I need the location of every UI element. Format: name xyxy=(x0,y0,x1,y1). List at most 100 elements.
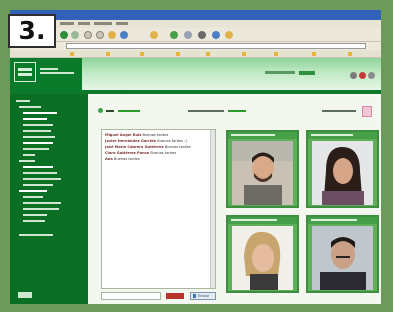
chat-message-input[interactable] xyxy=(101,292,161,300)
chat-message: Clara Gutiérrez Ponce Buenas tardes xyxy=(105,151,177,155)
user-icon[interactable] xyxy=(350,72,357,79)
search-icon[interactable] xyxy=(120,31,128,39)
room-info xyxy=(188,110,224,112)
tile-title xyxy=(228,132,297,139)
video-tile-participant-1[interactable] xyxy=(226,130,299,208)
link-shortcut[interactable] xyxy=(176,52,200,56)
participant-video xyxy=(232,141,293,205)
footer-logo xyxy=(18,292,32,298)
menu-item[interactable] xyxy=(94,22,112,25)
sidebar-nav xyxy=(10,94,88,304)
refresh-icon[interactable] xyxy=(96,31,104,39)
tree-item[interactable] xyxy=(23,184,53,186)
tile-title xyxy=(228,217,297,224)
online-status-icon xyxy=(98,108,103,113)
participant-video xyxy=(232,226,293,290)
tile-title xyxy=(308,217,377,224)
raise-hand-button[interactable] xyxy=(362,106,372,117)
step-number-badge: 3. xyxy=(8,14,56,48)
link-shortcut[interactable] xyxy=(140,52,170,56)
participant-video xyxy=(312,226,373,290)
tree-item[interactable] xyxy=(23,202,61,204)
screenshot-photo: Miguel Ángel Ruiz Buenas tardes Javier H… xyxy=(0,0,393,312)
participant-video xyxy=(312,141,373,205)
browser-toolbar xyxy=(10,28,381,42)
tree-root[interactable] xyxy=(16,100,30,102)
header-brand xyxy=(265,70,315,76)
tree-item[interactable] xyxy=(23,130,51,132)
tree-item[interactable] xyxy=(19,106,41,108)
room-label xyxy=(106,110,114,112)
tree-item[interactable] xyxy=(23,220,45,222)
link-shortcut[interactable] xyxy=(274,52,306,56)
alert-icon[interactable] xyxy=(359,72,366,79)
participants-count xyxy=(322,110,356,112)
favorites-icon[interactable] xyxy=(150,31,158,39)
site-header xyxy=(10,58,381,90)
tree-item[interactable] xyxy=(23,196,43,198)
send-button[interactable]: Enviar xyxy=(190,292,216,300)
chat-message: Ana Buenas tardes xyxy=(105,157,140,161)
back-icon[interactable] xyxy=(60,31,68,39)
tree-item[interactable] xyxy=(23,214,47,216)
link-shortcut[interactable] xyxy=(106,52,134,56)
menu-item[interactable] xyxy=(78,22,90,25)
home-icon[interactable] xyxy=(108,31,116,39)
edit-icon[interactable] xyxy=(212,31,220,39)
history-icon[interactable] xyxy=(170,31,178,39)
exit-icon[interactable] xyxy=(368,72,375,79)
tree-item[interactable] xyxy=(23,124,53,126)
tile-title xyxy=(308,132,377,139)
url-input[interactable] xyxy=(66,43,366,49)
link-shortcut[interactable] xyxy=(348,52,378,56)
header-icons xyxy=(350,72,380,82)
video-tile-participant-4[interactable] xyxy=(306,215,379,293)
room-name xyxy=(118,110,140,112)
tree-item[interactable] xyxy=(23,148,49,150)
tree-item[interactable] xyxy=(23,178,61,180)
color-picker-button[interactable] xyxy=(166,293,184,299)
link-shortcut[interactable] xyxy=(206,52,236,56)
forward-icon[interactable] xyxy=(71,31,79,39)
video-tile-participant-3[interactable] xyxy=(226,215,299,293)
stop-icon[interactable] xyxy=(84,31,92,39)
tree-item[interactable] xyxy=(23,136,55,138)
logo-text xyxy=(40,67,74,74)
photo-frame-right xyxy=(381,0,393,312)
tree-item[interactable] xyxy=(19,190,47,192)
address-bar xyxy=(10,42,381,50)
folder-icon[interactable] xyxy=(225,31,233,39)
room-info-value xyxy=(228,110,246,112)
chat-panel: Miguel Ángel Ruiz Buenas tardes Javier H… xyxy=(101,129,216,289)
window-titlebar xyxy=(10,10,381,20)
photo-frame-bottom xyxy=(0,304,393,312)
links-toolbar xyxy=(10,50,381,58)
tree-item[interactable] xyxy=(23,154,35,156)
browser-menubar xyxy=(10,20,381,28)
menu-item[interactable] xyxy=(116,22,128,25)
chat-scrollbar[interactable] xyxy=(210,130,215,288)
tree-item[interactable] xyxy=(19,160,35,162)
chat-message: Javier Hernández Garrido Buenas tardes :… xyxy=(105,139,187,143)
tree-item[interactable] xyxy=(23,172,57,174)
link-shortcut[interactable] xyxy=(242,52,268,56)
photo-frame-top xyxy=(0,0,393,10)
tree-item[interactable] xyxy=(23,118,47,120)
tree-item[interactable] xyxy=(23,112,57,114)
tree-item[interactable] xyxy=(23,142,53,144)
site-logo[interactable] xyxy=(10,58,82,90)
logo-emblem-icon xyxy=(14,62,36,82)
tree-item[interactable] xyxy=(23,208,59,210)
room-header xyxy=(94,106,374,117)
tree-item[interactable] xyxy=(19,234,53,236)
menu-item[interactable] xyxy=(60,22,74,25)
mail-icon[interactable] xyxy=(184,31,192,39)
link-shortcut[interactable] xyxy=(312,52,342,56)
chat-message: José María Cabrera Gutiérrez Buenas tard… xyxy=(105,145,191,149)
chat-message: Miguel Ángel Ruiz Buenas tardes xyxy=(105,133,169,137)
conference-room: Miguel Ángel Ruiz Buenas tardes Javier H… xyxy=(88,94,381,304)
video-tile-participant-2[interactable] xyxy=(306,130,379,208)
link-shortcut[interactable] xyxy=(70,52,100,56)
print-icon[interactable] xyxy=(198,31,206,39)
tree-item[interactable] xyxy=(23,166,53,168)
